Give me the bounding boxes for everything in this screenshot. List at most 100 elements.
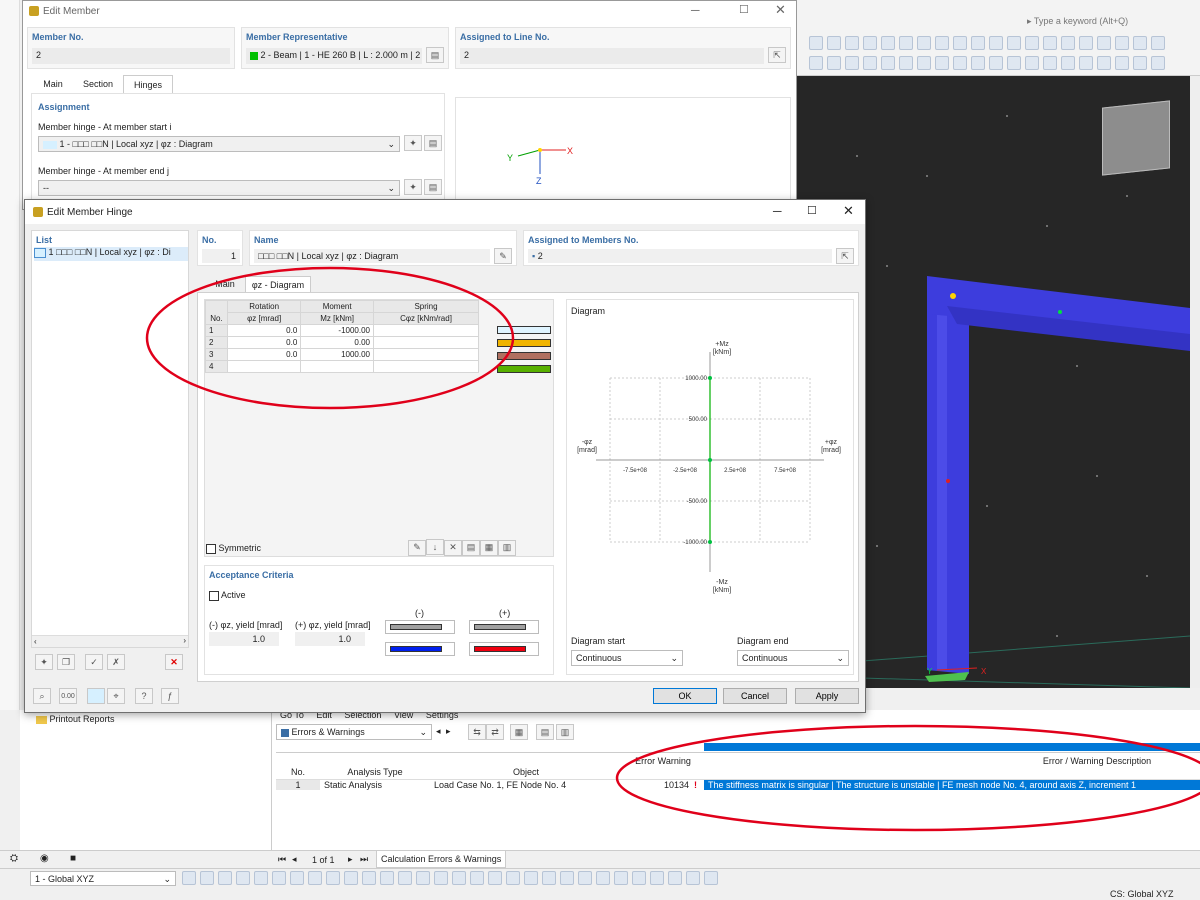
table-icon[interactable]: ▦ xyxy=(510,724,528,740)
edit-rep-icon[interactable]: ▤ xyxy=(426,47,444,63)
diagram-table[interactable]: No. Rotation Moment Spring φz [mrad] Mz … xyxy=(205,300,479,373)
toolbar-row-1[interactable] xyxy=(807,36,1197,52)
link-icon[interactable]: ⇄ xyxy=(486,724,504,740)
member-no-field[interactable]: 2 xyxy=(32,48,230,64)
prev-page-icon[interactable]: ◂ xyxy=(292,854,297,865)
copy-item-icon[interactable]: ❐ xyxy=(57,654,75,670)
name-field[interactable]: □□□ □□N | Local xyz | φz : Diagram xyxy=(254,249,490,263)
errors-combo[interactable]: Errors & Warnings ⌄ xyxy=(276,724,432,740)
prev-arrow-icon[interactable]: ◂ xyxy=(436,726,441,737)
tab-main[interactable]: Main xyxy=(205,279,245,289)
delete-icon[interactable]: ✕ xyxy=(165,654,183,670)
units-icon[interactable]: 0.00 xyxy=(59,688,77,704)
formula-icon[interactable]: ƒ xyxy=(161,688,179,704)
minimize-icon[interactable]: ─ xyxy=(773,204,782,218)
print-icon[interactable]: ▥ xyxy=(556,724,574,740)
table-row[interactable]: 2 0.0 0.00 xyxy=(205,336,479,349)
axis-icon: X Y Z xyxy=(507,146,573,186)
excel-icon[interactable]: ▦ xyxy=(480,539,498,556)
pos-color-combo[interactable] xyxy=(469,642,539,656)
next-arrow-icon[interactable]: ▸ xyxy=(446,726,451,737)
neg-color-combo[interactable] xyxy=(385,642,455,656)
tab-section[interactable]: Section xyxy=(77,79,119,89)
help-icon[interactable]: ? xyxy=(135,688,153,704)
check-icon[interactable]: ✓ xyxy=(85,654,103,670)
sort-icon[interactable]: ↓ xyxy=(426,539,444,555)
tab-main[interactable]: Main xyxy=(31,79,75,89)
filter-icon[interactable]: ⇆ xyxy=(468,724,486,740)
eye-icon[interactable]: ◉ xyxy=(40,853,49,864)
apply-button[interactable]: Apply xyxy=(795,688,859,704)
neg-line-style-combo[interactable] xyxy=(385,620,455,634)
svg-text:Y: Y xyxy=(927,667,933,676)
maximize-icon[interactable]: ☐ xyxy=(739,3,749,16)
tab-calc-errors[interactable]: Calculation Errors & Warnings xyxy=(376,851,507,868)
edit-icon[interactable]: ✎ xyxy=(408,539,426,556)
pick-member-icon[interactable]: ⇱ xyxy=(836,248,854,264)
search-icon[interactable]: ⌕ xyxy=(33,688,51,704)
new-hinge-start-icon[interactable]: ✦ xyxy=(404,135,422,151)
hinge-start-combo[interactable]: 1 - □□□ □□N | Local xyz | φz : Diagram ⌄ xyxy=(38,136,400,152)
assigned-field[interactable]: ▪ 2 xyxy=(528,249,832,263)
hinge-start-value: 1 - □□□ □□N | Local xyz | φz : Diagram xyxy=(59,139,213,149)
th-spring-unit: Cφz [kNm/rad] xyxy=(373,312,479,325)
diagram-start-combo[interactable]: Continuous ⌄ xyxy=(571,650,683,666)
print-icon[interactable]: ▥ xyxy=(498,539,516,556)
camera-icon[interactable]: ■ xyxy=(70,853,76,864)
list-scrollbar[interactable]: ‹ › xyxy=(32,635,188,647)
delete-row-icon[interactable]: ✕ xyxy=(444,539,462,556)
member-no-panel: Member No. 2 xyxy=(27,27,235,69)
neg-yield-field[interactable]: 1.0 xyxy=(209,632,279,646)
tab-diagram[interactable]: φz - Diagram xyxy=(245,276,311,292)
view-cube[interactable] xyxy=(1102,100,1170,176)
first-page-icon[interactable]: ⏮ xyxy=(278,854,286,865)
uncheck-icon[interactable]: ✗ xyxy=(107,654,125,670)
new-hinge-end-icon[interactable]: ✦ xyxy=(404,179,422,195)
x-tick-label: 7.5e+08 xyxy=(774,468,797,474)
viewport-toolbar: ▸ Type a keyword (Alt+Q) xyxy=(797,0,1200,76)
status-icons[interactable] xyxy=(180,871,800,887)
active-checkbox[interactable]: Active xyxy=(209,590,246,601)
search-box[interactable]: ▸ Type a keyword (Alt+Q) xyxy=(1027,16,1197,30)
export-icon[interactable]: ▤ xyxy=(536,724,554,740)
member-rep-field[interactable]: 2 - Beam | 1 - HE 260 B | L : 2.000 m | … xyxy=(246,48,422,64)
close-icon[interactable]: ✕ xyxy=(775,2,786,18)
color-icon[interactable] xyxy=(87,688,105,704)
table-row[interactable]: 4 xyxy=(205,360,479,373)
minimize-icon[interactable]: ─ xyxy=(691,3,700,17)
table-row[interactable]: 1 Static Analysis Load Case No. 1, FE No… xyxy=(276,779,1200,791)
cs-combo[interactable]: 1 - Global XYZ ⌄ xyxy=(30,871,176,886)
cancel-button[interactable]: Cancel xyxy=(723,688,787,704)
diagram-title: Diagram xyxy=(571,306,606,316)
edit-name-icon[interactable]: ✎ xyxy=(494,248,512,264)
legend-swatch-4 xyxy=(497,365,551,373)
table-row[interactable]: 3 0.0 1000.00 xyxy=(205,348,479,361)
toolbar-row-2[interactable] xyxy=(807,56,1197,72)
new-item-icon[interactable]: ✦ xyxy=(35,654,53,670)
ok-button[interactable]: OK xyxy=(653,688,717,704)
data-icon[interactable]: ⛭ xyxy=(10,853,18,864)
tab-hinges[interactable]: Hinges xyxy=(123,75,173,93)
acceptance-label: Acceptance Criteria xyxy=(209,570,294,580)
diagram-end-combo[interactable]: Continuous ⌄ xyxy=(737,650,849,666)
pos-line-style-combo[interactable] xyxy=(469,620,539,634)
model-icon[interactable]: ⌖ xyxy=(107,688,125,704)
close-icon[interactable]: ✕ xyxy=(843,203,854,219)
printout-reports-item[interactable]: Printout Reports xyxy=(36,714,115,724)
edit-hinge-end-icon[interactable]: ▤ xyxy=(424,179,442,195)
edit-hinge-start-icon[interactable]: ▤ xyxy=(424,135,442,151)
next-page-icon[interactable]: ▸ xyxy=(348,854,353,865)
import-icon[interactable]: ▤ xyxy=(462,539,480,556)
table-row[interactable]: 1 0.0 -1000.00 xyxy=(205,324,479,337)
hinge-end-combo[interactable]: -- ⌄ xyxy=(38,180,400,196)
list-item[interactable]: 1 □□□ □□N | Local xyz | φz : Di xyxy=(34,247,188,261)
maximize-icon[interactable]: ☐ xyxy=(807,204,817,217)
errors-footer: ⏮ ◂ 1 of 1 ▸ ⏭ Calculation Errors & Warn… xyxy=(272,850,1200,868)
legend-swatch-2 xyxy=(497,339,551,347)
line-field[interactable]: 2 xyxy=(460,48,764,64)
last-page-icon[interactable]: ⏭ xyxy=(360,854,368,865)
no-field[interactable]: 1 xyxy=(202,249,240,263)
pos-yield-field[interactable]: 1.0 xyxy=(295,632,365,646)
pick-line-icon[interactable]: ⇱ xyxy=(768,47,786,63)
symmetric-checkbox[interactable]: Symmetric xyxy=(206,543,261,554)
